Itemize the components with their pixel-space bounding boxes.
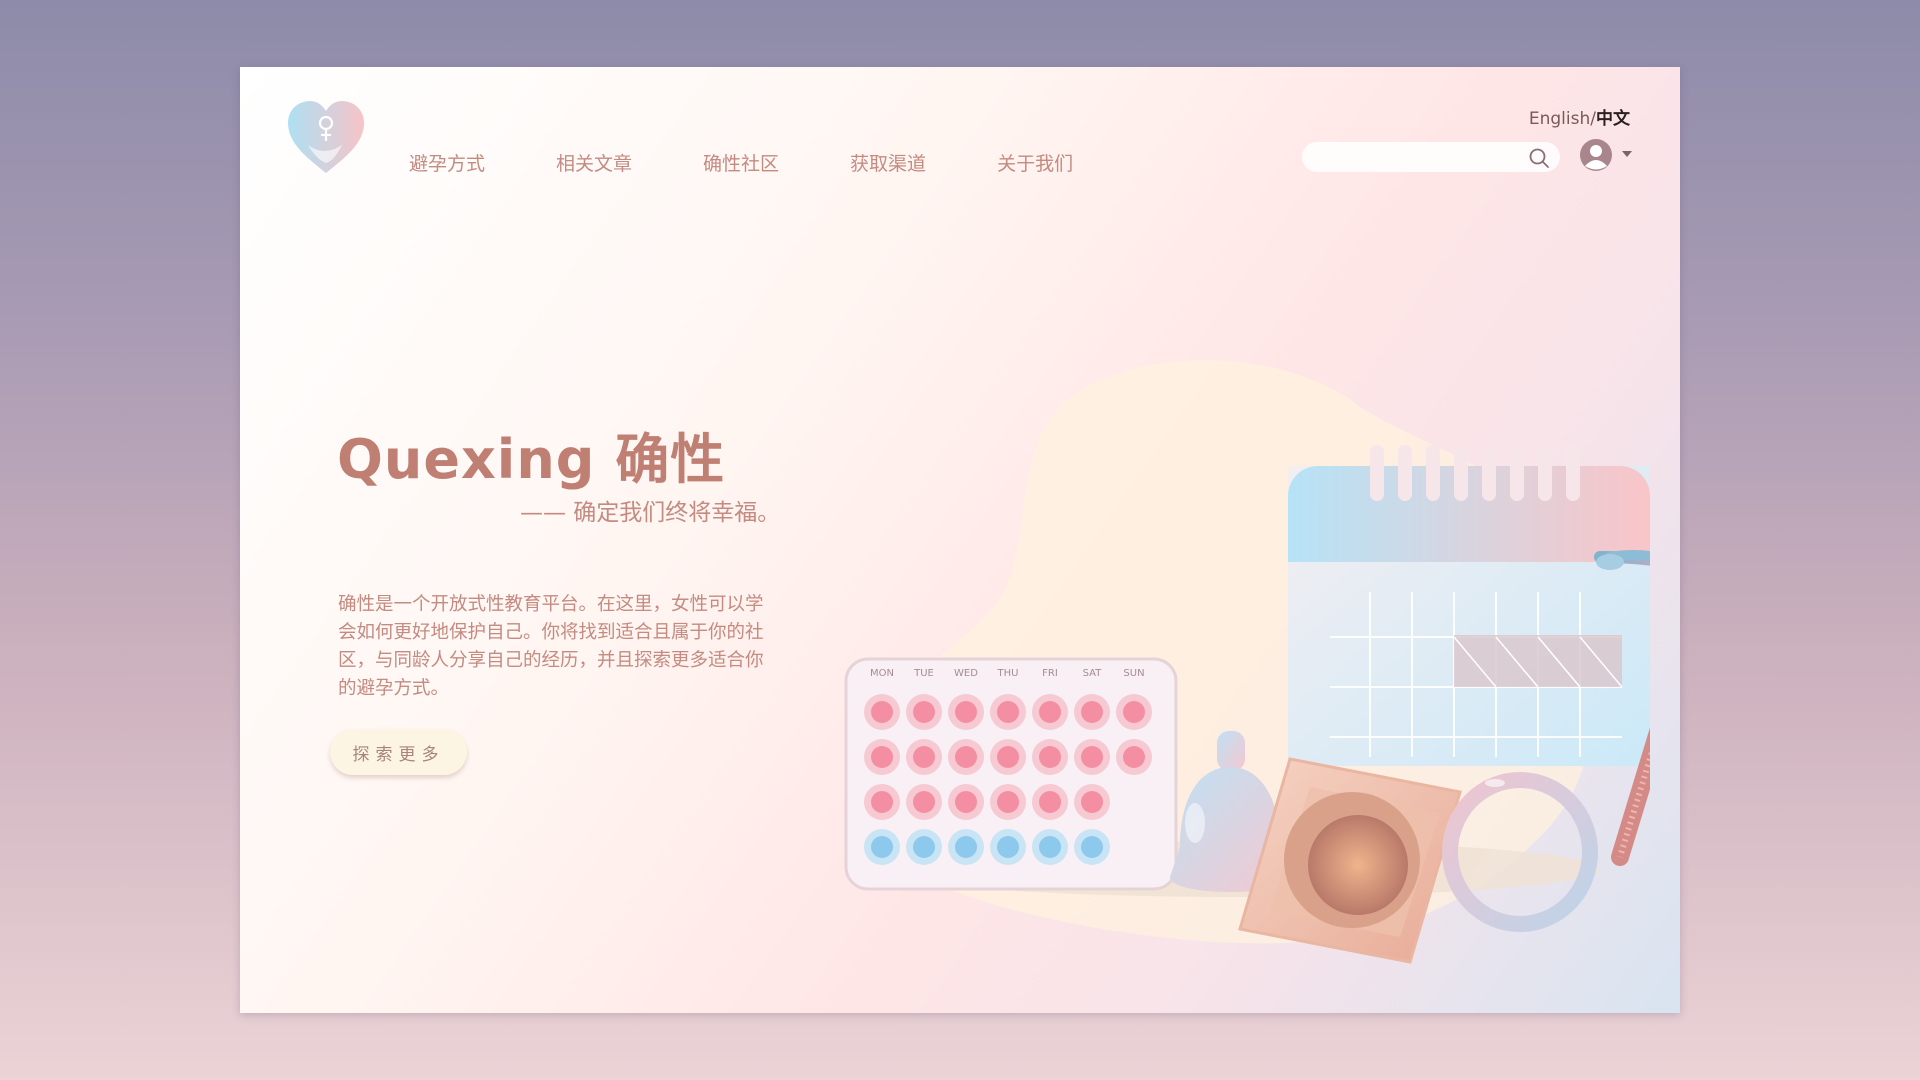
pill — [1081, 791, 1103, 813]
nav-item-channels[interactable]: 获取渠道 — [850, 149, 926, 176]
hero-title: Quexing 确性 — [337, 428, 726, 491]
pill — [1039, 701, 1061, 723]
pill — [913, 701, 935, 723]
pill — [1039, 836, 1061, 858]
search-input[interactable] — [1302, 142, 1560, 172]
pill — [1081, 746, 1103, 768]
lang-chinese[interactable]: 中文 — [1596, 109, 1630, 129]
calendar-day-mon: MON — [870, 668, 894, 679]
pill-pack: MON TUE WED THU FRI SAT SUN — [844, 657, 1178, 891]
pill — [1123, 746, 1145, 768]
explore-more-button[interactable]: 探索更多 — [330, 729, 467, 775]
main-nav: 避孕方式 相关文章 确性社区 获取渠道 关于我们 — [409, 149, 1144, 176]
calendar-day-wed: WED — [954, 668, 978, 679]
pill — [1039, 791, 1061, 813]
pill — [997, 701, 1019, 723]
pill — [1081, 836, 1103, 858]
pill — [955, 701, 977, 723]
pill — [913, 746, 935, 768]
user-avatar-icon[interactable] — [1579, 138, 1613, 172]
search-icon[interactable] — [1528, 147, 1550, 169]
calendar-day-sat: SAT — [1083, 668, 1103, 679]
contraception-illustration: MON TUE WED THU FRI SAT SUN — [844, 359, 1650, 964]
pill — [1123, 701, 1145, 723]
calendar-day-sun: SUN — [1123, 668, 1144, 679]
nav-item-contraception[interactable]: 避孕方式 — [409, 149, 485, 176]
lang-english[interactable]: English — [1529, 109, 1590, 129]
pill — [871, 836, 893, 858]
hero-subtitle: —— 确定我们终将幸福。 — [520, 500, 781, 526]
pill — [997, 836, 1019, 858]
calendar-day-thu: THU — [997, 668, 1019, 679]
nav-item-articles[interactable]: 相关文章 — [556, 149, 632, 176]
landing-page: 避孕方式 相关文章 确性社区 获取渠道 关于我们 English/中文 Quex… — [240, 67, 1680, 1013]
pill — [955, 791, 977, 813]
hero-description: 确性是一个开放式性教育平台。在这里，女性可以学会如何更好地保护自己。你将找到适合… — [338, 594, 764, 699]
pill — [955, 746, 977, 768]
pill — [997, 746, 1019, 768]
wall-calendar — [1288, 445, 1650, 766]
nav-item-about[interactable]: 关于我们 — [997, 149, 1073, 176]
pill — [913, 836, 935, 858]
caret-down-icon[interactable] — [1621, 150, 1633, 158]
pill — [1039, 746, 1061, 768]
language-switch: English/中文 — [1529, 104, 1630, 129]
pill — [871, 701, 893, 723]
calendar-day-fri: FRI — [1042, 668, 1058, 679]
pill — [871, 746, 893, 768]
nav-item-community[interactable]: 确性社区 — [703, 149, 779, 176]
pill — [955, 836, 977, 858]
pill — [997, 791, 1019, 813]
pill — [1081, 701, 1103, 723]
calendar-day-tue: TUE — [913, 668, 934, 679]
pill — [871, 791, 893, 813]
pill — [913, 791, 935, 813]
heart-logo-icon[interactable] — [286, 101, 366, 175]
